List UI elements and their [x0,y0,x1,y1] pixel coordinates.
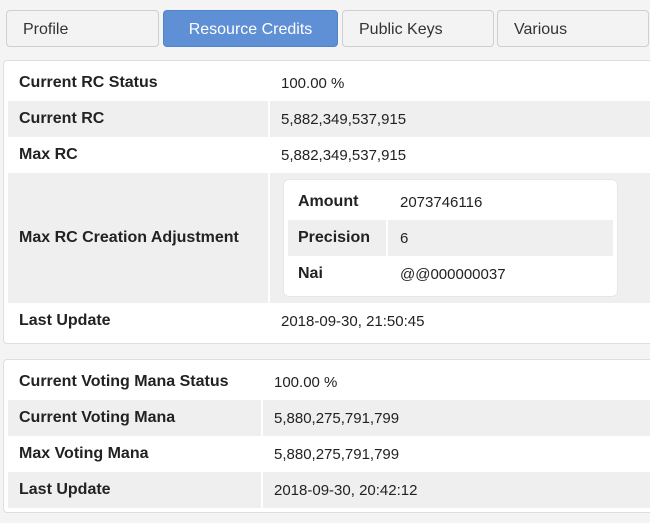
adjustment-precision-row: Precision 6 [288,220,613,256]
tab-public-keys[interactable]: Public Keys [342,10,494,47]
max-rc-creation-adjustment-label: Max RC Creation Adjustment [19,229,239,246]
voting-mana-panel: Current Voting Mana Status 100.00 % Curr… [3,359,650,513]
max-rc-creation-adjustment-row: Max RC Creation Adjustment Amount 207374… [8,173,650,303]
rc-last-update-label: Last Update [19,312,111,329]
max-voting-mana-row: Max Voting Mana 5,880,275,791,799 [8,436,650,472]
voting-last-update-value: 2018-09-30, 20:42:12 [261,472,417,508]
adjustment-amount-row: Amount 2073746116 [288,184,613,220]
max-rc-label: Max RC [19,146,78,163]
adjustment-nai-row: Nai @@000000037 [288,256,613,292]
adjustment-precision-label: Precision [298,229,371,246]
voting-last-update-label: Last Update [19,481,111,498]
current-rc-label: Current RC [19,110,105,127]
tab-various[interactable]: Various [497,10,649,47]
resource-credits-panel: Current RC Status 100.00 % Current RC 5,… [3,60,650,344]
voting-last-update-row: Last Update 2018-09-30, 20:42:12 [8,472,650,508]
rc-status-label: Current RC Status [19,74,158,91]
rc-last-update-row: Last Update 2018-09-30, 21:50:45 [8,303,650,339]
rc-last-update-value: 2018-09-30, 21:50:45 [268,303,424,339]
tab-bar: Profile Resource Credits Public Keys Var… [0,0,650,56]
current-voting-mana-row: Current Voting Mana 5,880,275,791,799 [8,400,650,436]
adjustment-amount-value: 2073746116 [386,184,613,220]
adjustment-precision-value: 6 [386,220,613,256]
tab-profile[interactable]: Profile [6,10,159,47]
max-rc-row: Max RC 5,882,349,537,915 [8,137,650,173]
voting-mana-status-value: 100.00 % [261,364,337,400]
adjustment-nai-label: Nai [298,265,323,282]
max-voting-mana-label: Max Voting Mana [19,445,149,462]
max-rc-creation-adjustment-value: Amount 2073746116 Precision 6 Nai @@0000… [268,173,618,303]
max-voting-mana-value: 5,880,275,791,799 [261,436,399,472]
max-rc-value: 5,882,349,537,915 [268,137,406,173]
voting-mana-status-row: Current Voting Mana Status 100.00 % [8,364,650,400]
voting-mana-status-label: Current Voting Mana Status [19,373,229,390]
adjustment-nested-table: Amount 2073746116 Precision 6 Nai @@0000… [283,179,618,297]
rc-status-value: 100.00 % [268,65,344,101]
adjustment-amount-label: Amount [298,193,359,210]
current-rc-row: Current RC 5,882,349,537,915 [8,101,650,137]
current-rc-value: 5,882,349,537,915 [268,101,406,137]
current-voting-mana-value: 5,880,275,791,799 [261,400,399,436]
rc-status-row: Current RC Status 100.00 % [8,65,650,101]
tab-resource-credits[interactable]: Resource Credits [163,10,338,47]
current-voting-mana-label: Current Voting Mana [19,409,176,426]
adjustment-nai-value: @@000000037 [386,256,613,292]
